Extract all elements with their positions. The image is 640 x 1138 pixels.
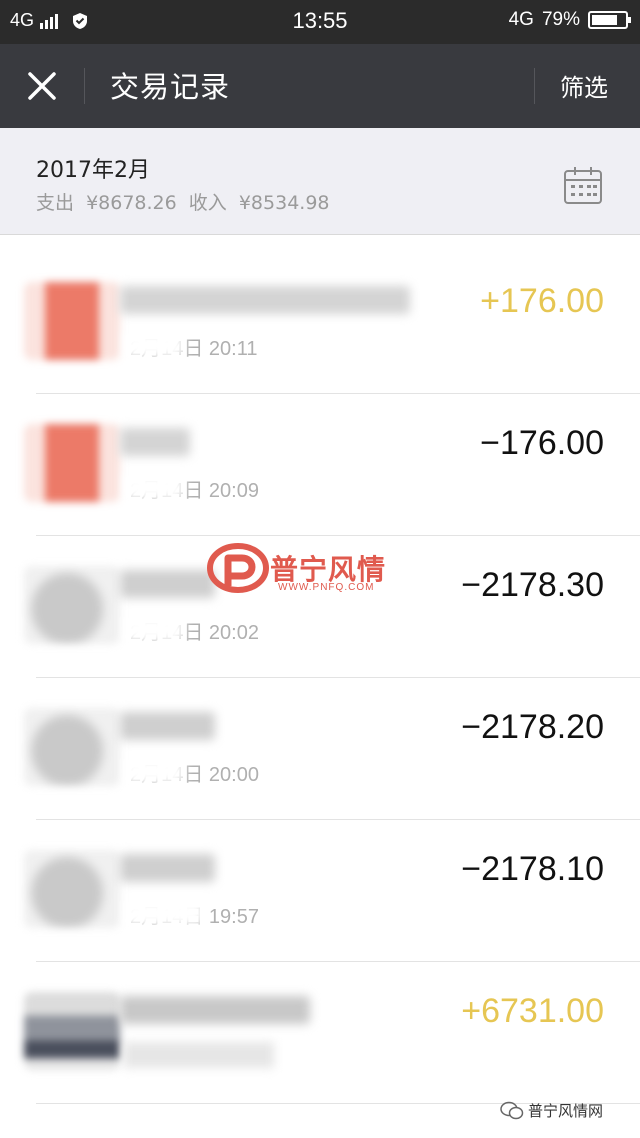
income-label: 收入 (188, 192, 227, 214)
avatar (24, 282, 120, 360)
contact-name-redacted (120, 286, 410, 314)
avatar (24, 566, 120, 644)
close-icon[interactable] (22, 66, 62, 106)
month-title: 2017年2月 (36, 158, 150, 183)
transaction-amount: −2178.30 (461, 566, 604, 604)
transaction-row[interactable]: +6731.00 (0, 962, 640, 1104)
transaction-amount: +176.00 (480, 282, 604, 320)
transaction-amount: −176.00 (480, 424, 604, 462)
footer-watermark: 普宁风情网 (500, 1100, 603, 1121)
contact-name-redacted (120, 712, 215, 740)
page-title: 交易记录 (110, 70, 231, 104)
month-header: 2017年2月 支出 ¥8678.26 收入 ¥8534.98 (0, 128, 640, 235)
avatar (24, 850, 120, 928)
transaction-row[interactable]: 2月14日 20:00 −2178.20 (0, 678, 640, 820)
battery-icon (588, 11, 631, 29)
wechat-icon (500, 1101, 524, 1119)
transaction-amount: −2178.10 (461, 850, 604, 888)
transaction-amount: −2178.20 (461, 708, 604, 746)
transaction-row[interactable]: 2月14日 20:11 +176.00 (0, 252, 640, 394)
month-summary: 支出 ¥8678.26 收入 ¥8534.98 (36, 188, 330, 215)
avatar (24, 992, 120, 1070)
time-redaction (124, 616, 184, 642)
contact-name-redacted (120, 570, 215, 598)
nav-divider (84, 68, 85, 104)
network-type-right: 4G (508, 9, 534, 30)
filter-button[interactable]: 筛选 (560, 68, 608, 103)
avatar (24, 708, 120, 786)
status-right: 4G 79% (508, 9, 631, 31)
contact-name-redacted (120, 854, 215, 882)
time-redaction (124, 758, 184, 784)
transaction-list: 2月14日 20:11 +176.00 2月14日 20:09 −176.00 … (0, 252, 640, 1104)
status-bar: 4G 13:55 4G 79% (0, 0, 640, 44)
time-redaction (124, 900, 204, 926)
time-redaction (124, 1042, 274, 1068)
nav-divider-right (534, 68, 535, 104)
avatar (24, 424, 120, 502)
transaction-row[interactable]: 2月14日 19:57 −2178.10 (0, 820, 640, 962)
transaction-amount: +6731.00 (461, 992, 604, 1030)
contact-name-redacted (120, 996, 310, 1024)
time-redaction (124, 332, 184, 358)
expense-label: 支出 (36, 192, 75, 214)
watermark-url: WWW.PNFQ.COM (278, 582, 375, 593)
watermark-logo-icon (206, 542, 270, 594)
time-redaction (124, 474, 184, 500)
watermark: 普宁风情 WWW.PNFQ.COM (206, 540, 416, 600)
income-total: ¥8534.98 (238, 192, 330, 214)
expense-total: ¥8678.26 (86, 192, 177, 214)
transaction-row[interactable]: 2月14日 20:09 −176.00 (0, 394, 640, 536)
battery-percent: 79% (541, 9, 580, 30)
footer-watermark-text: 普宁风情网 (528, 1102, 604, 1120)
calendar-icon[interactable] (562, 164, 604, 206)
nav-bar: 交易记录 筛选 (0, 44, 640, 128)
contact-name-redacted (120, 428, 190, 456)
